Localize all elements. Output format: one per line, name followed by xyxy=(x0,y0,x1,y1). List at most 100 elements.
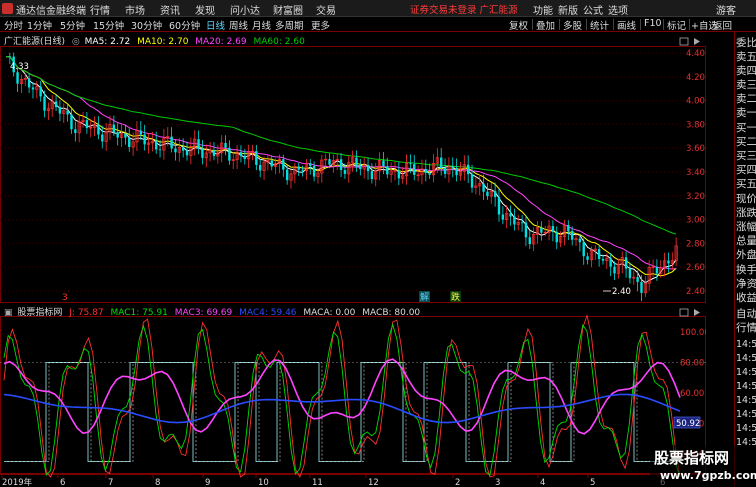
menu-news[interactable]: 资讯 xyxy=(160,2,180,17)
period-5min[interactable]: 5分钟 xyxy=(60,18,85,32)
candle-body-down xyxy=(255,151,258,165)
candle-body-down xyxy=(409,163,412,165)
menu-discover[interactable]: 发现 xyxy=(195,2,215,17)
indicator-name[interactable]: 股票指标网 xyxy=(17,308,62,318)
candle-body-down xyxy=(667,260,670,264)
menu-ask[interactable]: 问小达 xyxy=(230,2,260,17)
candle-body-down xyxy=(224,142,227,148)
login-notice[interactable]: 证券交易未登录 广汇能源 xyxy=(410,2,518,16)
period-multi[interactable]: 多周期 xyxy=(275,18,304,32)
candle-body-down xyxy=(578,238,582,243)
candle-body-down xyxy=(382,160,385,167)
side-item-outer: 外盘 xyxy=(736,249,756,261)
period-15min[interactable]: 15分钟 xyxy=(93,18,124,32)
stats-button[interactable]: 统计 xyxy=(590,18,609,32)
menu-markets[interactable]: 市场 xyxy=(125,2,145,17)
candle-body-down xyxy=(655,266,659,274)
candle-body-down xyxy=(355,157,358,167)
tick-time: 14:56 xyxy=(736,423,756,434)
price-tick-label: 3.60 xyxy=(686,144,705,154)
candle-body-down xyxy=(301,169,304,171)
ma60-value: MA60: 2.60 xyxy=(253,37,305,47)
period-day[interactable]: 日线 xyxy=(206,18,225,32)
app-window: 通达信金融终端 行情 市场 资讯 发现 问小达 财富圈 交易 证券交易未登录 广… xyxy=(0,0,756,487)
maximize-icon[interactable] xyxy=(679,37,689,46)
j-value: J: 75.87 xyxy=(69,308,104,318)
menu-market[interactable]: 行情 xyxy=(90,2,110,17)
low-price-mark: 2.40 xyxy=(612,287,631,297)
candle-body-down xyxy=(8,56,12,58)
indicator-expand-icon[interactable] xyxy=(694,309,700,316)
period-60min[interactable]: 60分钟 xyxy=(169,18,200,32)
chart-canvas[interactable]: 4.40 4.20 4.00 3.80 3.60 3.40 3.20 3.00 2.80 2.60… xyxy=(0,32,706,487)
indicator-maximize-icon[interactable] xyxy=(679,308,689,317)
ma-settings-icon[interactable]: ◎ xyxy=(72,37,80,47)
multi-stock-button[interactable]: 多股 xyxy=(563,18,582,32)
candle-body-down xyxy=(228,147,231,161)
kline-chart-area[interactable]: 4.40 4.20 4.00 3.80 3.60 3.40 3.20 3.00 2.80 2.60… xyxy=(0,32,706,487)
function-button[interactable]: 功能 xyxy=(533,2,553,17)
overlay-button[interactable]: 叠加 xyxy=(536,18,555,32)
tick-time: 14:56 xyxy=(736,353,756,364)
candle-body-down xyxy=(74,129,77,133)
candle-body-down xyxy=(424,169,428,173)
candle-body-down xyxy=(513,216,516,225)
toolbar-separator xyxy=(586,19,587,30)
guest-button[interactable]: 游客 xyxy=(716,2,736,17)
candle-body-down xyxy=(386,166,389,175)
candle-body-down xyxy=(282,159,285,170)
stock-name[interactable]: 广汇能源(日线) xyxy=(4,37,65,47)
app-logo-icon xyxy=(2,3,13,14)
indicator-settings-icon[interactable]: ▣ xyxy=(4,308,13,318)
candle-body-down xyxy=(570,230,574,240)
tick-time: 14:56 xyxy=(736,381,756,392)
j-line xyxy=(3,313,681,478)
period-30min[interactable]: 30分钟 xyxy=(131,18,162,32)
period-week[interactable]: 周线 xyxy=(229,18,248,32)
expand-arrow-icon[interactable] xyxy=(694,38,700,45)
candle-body-down xyxy=(624,257,628,269)
indicator-plot xyxy=(0,313,706,478)
tick-time: 14:56 xyxy=(736,339,756,350)
toolbar-separator xyxy=(613,19,614,30)
indicator-tick-label: 60.00 xyxy=(680,389,704,399)
toolbar-separator xyxy=(532,19,533,30)
period-timeshare[interactable]: 分时 xyxy=(4,18,23,32)
candle-body-down xyxy=(470,174,474,188)
price-tick-label: 2.80 xyxy=(686,239,705,249)
adjust-button[interactable]: 复权 xyxy=(509,18,528,32)
new-version-button[interactable]: 新版 xyxy=(558,2,578,17)
candle-body-down xyxy=(601,258,605,261)
f10-button[interactable]: F10 xyxy=(644,18,662,29)
side-mode[interactable]: 自动 xyxy=(736,308,756,321)
toolbar-separator xyxy=(559,19,560,30)
time-tick-label: 3 xyxy=(495,478,500,487)
candle-body-down xyxy=(413,164,416,175)
time-tick-label: 5 xyxy=(590,478,595,487)
price-tick-label: 4.40 xyxy=(686,49,705,59)
candle-body-down xyxy=(520,222,524,224)
options-button[interactable]: 选项 xyxy=(608,2,628,17)
side-quote[interactable]: 行情 xyxy=(736,322,756,335)
period-month[interactable]: 月线 xyxy=(252,18,271,32)
candle-body-down xyxy=(174,148,177,153)
ma5-value: MA5: 2.72 xyxy=(84,37,131,47)
candle-body-down xyxy=(366,165,370,172)
candle-body-down xyxy=(586,256,589,260)
candle-body-down xyxy=(497,197,501,215)
side-item-bid4: 买四 xyxy=(736,164,756,176)
draw-button[interactable]: 画线 xyxy=(617,18,636,32)
menu-wealth[interactable]: 财富圈 xyxy=(273,2,303,17)
time-tick-label: 2019年 xyxy=(2,477,33,487)
quote-side-panel: 委比 卖五 卖四 卖三 卖二 卖一 买一 买二 买三 买四 买五 现价 涨跌 涨… xyxy=(734,32,756,487)
period-1min[interactable]: 1分钟 xyxy=(27,18,52,32)
candle-body-down xyxy=(343,169,347,174)
back-button[interactable]: 返回 xyxy=(713,18,732,32)
candle-body-down xyxy=(628,268,632,279)
menu-trade[interactable]: 交易 xyxy=(316,2,336,17)
candle-body-down xyxy=(455,167,458,176)
period-more[interactable]: 更多 xyxy=(311,18,330,32)
mark-button[interactable]: 标记 xyxy=(667,18,686,32)
formula-button[interactable]: 公式 xyxy=(583,2,603,17)
side-item-bid3: 买三 xyxy=(736,150,756,162)
